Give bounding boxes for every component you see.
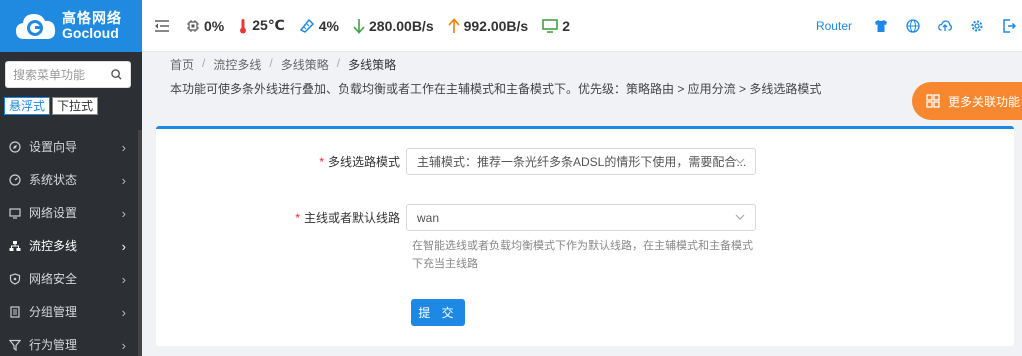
sidebar-item-setup-wizard[interactable]: 设置向导 › bbox=[0, 130, 142, 163]
mode-select-value: 主辅模式：推荐一条光纤多条ADSL的情形下使用，需要配合... bbox=[417, 155, 747, 169]
gauge-icon bbox=[8, 173, 22, 187]
mode-select[interactable]: 主辅模式：推荐一条光纤多条ADSL的情形下使用，需要配合... bbox=[406, 148, 756, 175]
filter-icon bbox=[8, 338, 22, 352]
line-row: * 主线或者默认线路 wan bbox=[156, 204, 756, 231]
chevron-right-icon: › bbox=[121, 206, 126, 221]
devices-stat: 2 bbox=[542, 18, 570, 34]
brand-name-en: Gocloud bbox=[62, 25, 119, 41]
router-link[interactable]: Router bbox=[816, 19, 852, 33]
chevron-right-icon: › bbox=[121, 272, 126, 287]
temperature-stat: 25℃ bbox=[238, 17, 285, 34]
sidebar-item-behavior-management[interactable]: 行为管理 › bbox=[0, 328, 142, 356]
mode-float-button[interactable]: 悬浮式 bbox=[4, 97, 51, 115]
line-help-text: 在智能选线或者负载均衡模式下作为默认线路，在主辅模式和主备模式下充当主线路 bbox=[412, 240, 753, 270]
cpu-value: 0% bbox=[204, 17, 225, 34]
sidebar-item-label: 网络安全 bbox=[29, 272, 78, 286]
menu-search bbox=[5, 61, 131, 88]
cloud-upload-icon[interactable] bbox=[938, 19, 952, 33]
sidebar-item-flow-control[interactable]: 流控多线 › bbox=[0, 229, 142, 262]
shield-icon bbox=[8, 272, 22, 286]
related-features-label: 更多关联功能 bbox=[948, 94, 1021, 109]
mode-row: * 多线选路模式 主辅模式：推荐一条光纤多条ADSL的情形下使用，需要配合... bbox=[156, 148, 756, 175]
gear-icon[interactable] bbox=[970, 19, 984, 33]
top-header: 0% 25℃ 4% 280.00B/s 992.00B/s 2 Router bbox=[142, 0, 1022, 52]
required-marker: * bbox=[319, 155, 324, 169]
sidebar-scrollbar[interactable] bbox=[138, 130, 142, 356]
chevron-down-icon bbox=[735, 214, 745, 220]
sidebar-item-label: 行为管理 bbox=[29, 338, 78, 352]
search-icon[interactable] bbox=[111, 69, 122, 80]
header-actions: Router bbox=[816, 0, 1022, 52]
sidebar-item-label: 流控多线 bbox=[29, 239, 78, 253]
globe-icon[interactable] bbox=[906, 19, 920, 33]
mode-label: 多线选路模式 bbox=[327, 155, 400, 169]
page-description: 本功能可使多条外线进行叠加、负载均衡或者工作在主辅模式和主备模式下。优先级：策略… bbox=[170, 82, 822, 96]
memory-value: 4% bbox=[318, 17, 339, 34]
document-icon bbox=[8, 305, 22, 319]
multiline-policy-form: * 多线选路模式 主辅模式：推荐一条光纤多条ADSL的情形下使用，需要配合... … bbox=[156, 126, 1014, 346]
compass-icon bbox=[8, 140, 22, 154]
sidebar-item-label: 网络设置 bbox=[29, 206, 78, 220]
memory-stat: 4% bbox=[299, 18, 339, 34]
brand-name-cn: 高恪网络 bbox=[62, 10, 122, 26]
logo[interactable]: 高恪网络 Gocloud bbox=[0, 0, 142, 52]
sidebar-item-system-status[interactable]: 系统状态 › bbox=[0, 163, 142, 196]
temperature-value: 25℃ bbox=[252, 17, 285, 33]
arrow-down-icon bbox=[353, 18, 365, 34]
chevron-right-icon: › bbox=[121, 239, 126, 254]
download-stat: 280.00B/s bbox=[353, 18, 434, 34]
line-select-value: wan bbox=[417, 210, 440, 225]
chevron-right-icon: › bbox=[121, 140, 126, 155]
related-features-button[interactable]: 更多关联功能 bbox=[912, 82, 1022, 120]
devices-value: 2 bbox=[562, 17, 571, 34]
chevron-down-icon bbox=[735, 158, 745, 164]
breadcrumb: 首页 / 流控多线 / 多线策略 / 多线策略 bbox=[170, 56, 397, 73]
submit-button[interactable]: 提 交 bbox=[411, 299, 465, 326]
sidebar-item-label: 设置向导 bbox=[29, 140, 78, 154]
network-icon bbox=[8, 239, 22, 253]
chevron-right-icon: › bbox=[121, 338, 126, 353]
search-input[interactable] bbox=[6, 62, 106, 87]
sidebar-item-network-security[interactable]: 网络安全 › bbox=[0, 262, 142, 295]
grid-icon bbox=[926, 94, 940, 108]
sidebar-menu: 设置向导 › 系统状态 › 网络设置 › 流控多线 › 网络安全 › 分组管理 … bbox=[0, 130, 142, 356]
sidebar: 高恪网络 Gocloud 悬浮式 下拉式 设置向导 › 系统状态 › bbox=[0, 0, 142, 356]
sidebar-item-group-management[interactable]: 分组管理 › bbox=[0, 295, 142, 328]
breadcrumb-item[interactable]: 多线策略 bbox=[281, 56, 329, 73]
upload-value: 992.00B/s bbox=[463, 17, 529, 34]
memory-icon bbox=[299, 18, 314, 33]
upload-stat: 992.00B/s bbox=[448, 17, 529, 34]
thermometer-icon bbox=[240, 18, 247, 33]
breadcrumb-item[interactable]: 首页 bbox=[170, 56, 194, 73]
monitor-icon bbox=[542, 18, 559, 33]
sidebar-item-label: 系统状态 bbox=[29, 173, 78, 187]
required-marker: * bbox=[295, 211, 300, 225]
sidebar-item-label: 分组管理 bbox=[29, 305, 78, 319]
chevron-right-icon: › bbox=[121, 173, 126, 188]
breadcrumb-current: 多线策略 bbox=[348, 58, 397, 72]
sidebar-item-network-settings[interactable]: 网络设置 › bbox=[0, 196, 142, 229]
cloud-logo-icon bbox=[16, 14, 56, 39]
menu-mode-switch: 悬浮式 下拉式 bbox=[4, 97, 99, 115]
arrow-up-icon bbox=[448, 17, 460, 33]
logout-icon[interactable] bbox=[1002, 19, 1016, 33]
cpu-icon bbox=[187, 19, 199, 32]
cpu-stat: 0% bbox=[186, 18, 224, 34]
chevron-right-icon: › bbox=[121, 305, 126, 320]
download-value: 280.00B/s bbox=[369, 17, 434, 34]
tshirt-icon[interactable] bbox=[874, 19, 888, 33]
breadcrumb-item[interactable]: 流控多线 bbox=[213, 56, 261, 73]
line-label: 主线或者默认线路 bbox=[303, 211, 400, 225]
line-select[interactable]: wan bbox=[406, 204, 756, 231]
mode-dropdown-button[interactable]: 下拉式 bbox=[52, 97, 99, 115]
menu-collapse-icon[interactable] bbox=[154, 19, 170, 33]
monitor-icon bbox=[8, 206, 22, 220]
